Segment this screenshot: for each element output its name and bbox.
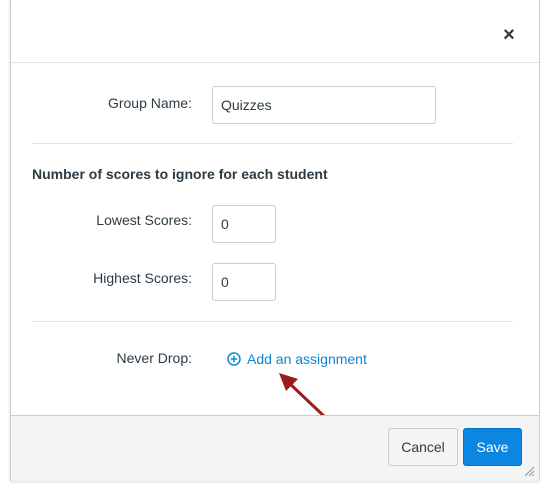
page-background: × Group Name: Number of scores to ignore… [0, 0, 540, 484]
resize-grip-icon[interactable] [524, 466, 535, 477]
cancel-button[interactable]: Cancel [388, 428, 458, 466]
close-icon[interactable]: × [499, 23, 519, 47]
lowest-scores-label: Lowest Scores: [96, 212, 192, 228]
header-divider [11, 62, 539, 63]
scores-heading: Number of scores to ignore for each stud… [32, 166, 328, 182]
highest-scores-label: Highest Scores: [93, 270, 192, 286]
group-name-label: Group Name: [107, 95, 192, 111]
save-button[interactable]: Save [463, 428, 522, 466]
section-divider-bottom [32, 321, 513, 322]
dialog-footer: Cancel Save [11, 415, 539, 481]
add-assignment-link[interactable]: Add an assignment [227, 351, 367, 367]
add-assignment-label: Add an assignment [247, 351, 367, 367]
never-drop-label: Never Drop: [116, 350, 192, 366]
plus-circle-icon [227, 352, 241, 366]
section-divider-top [32, 143, 513, 144]
lowest-scores-input[interactable] [212, 205, 276, 243]
group-name-input[interactable] [212, 86, 436, 124]
highest-scores-input[interactable] [212, 263, 276, 301]
assignment-group-dialog: × Group Name: Number of scores to ignore… [10, 0, 540, 481]
